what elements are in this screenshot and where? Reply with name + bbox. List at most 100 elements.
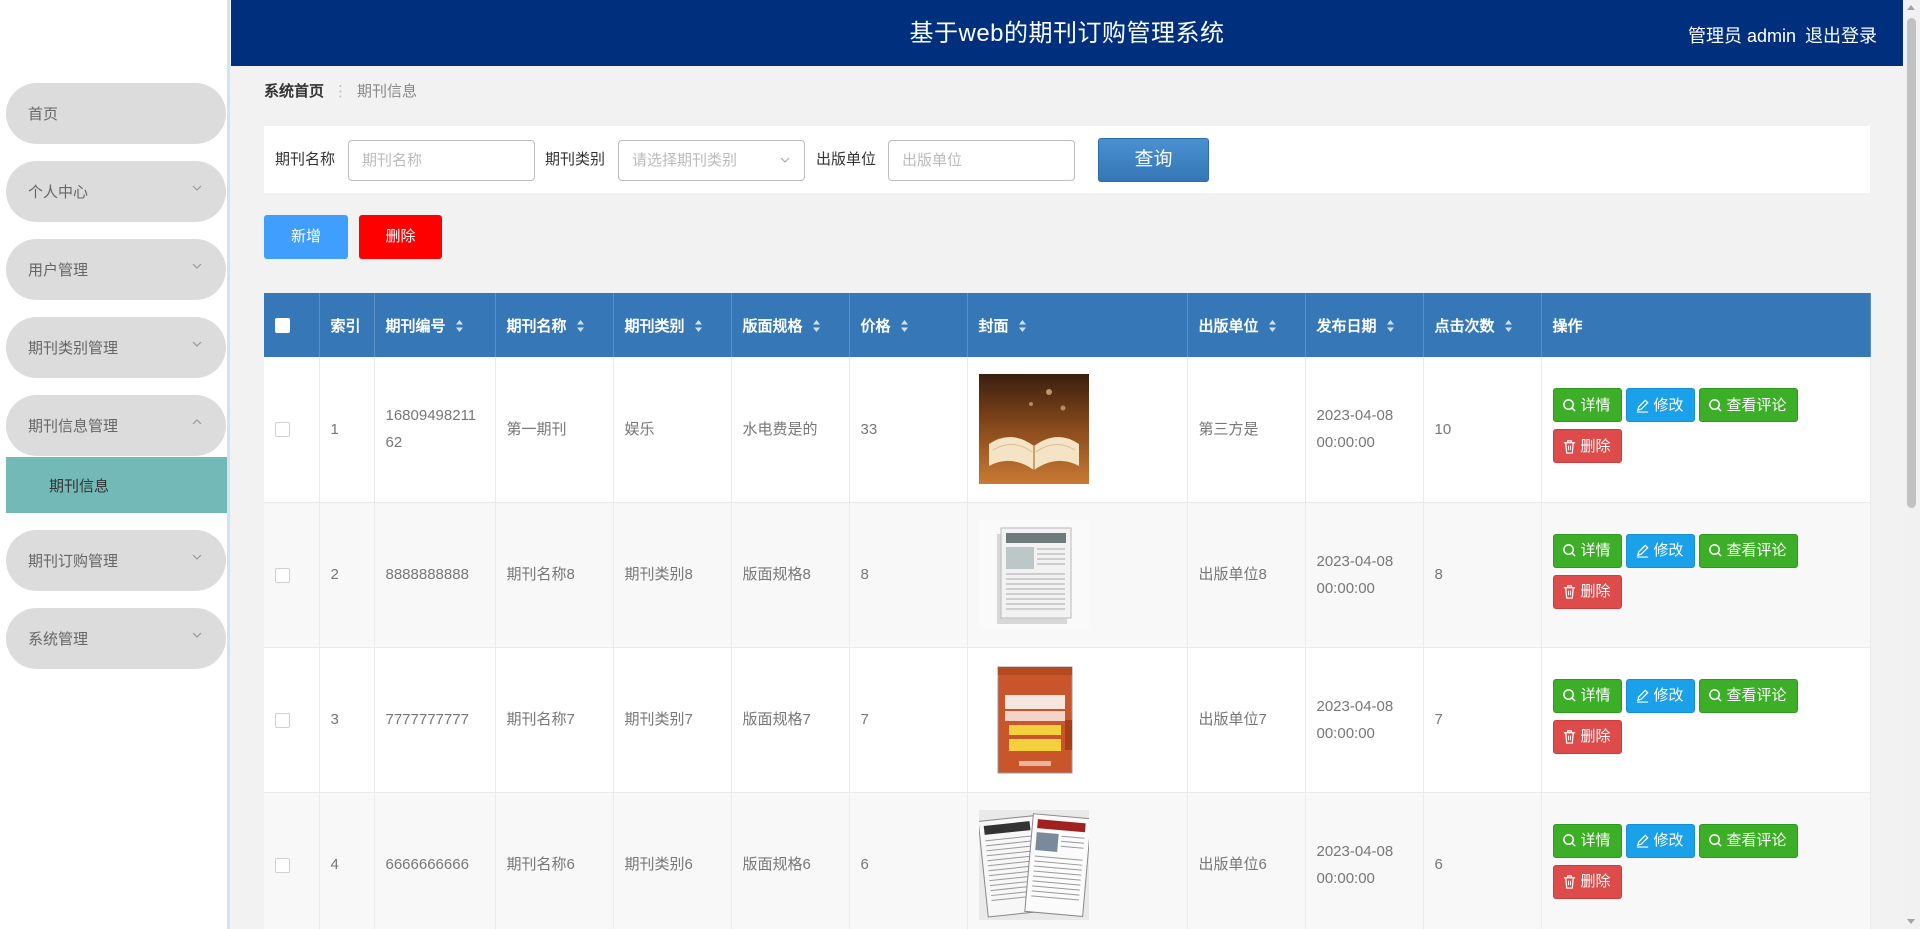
select-all-header [264,293,320,357]
cell-ops: 详情 修改 查看评论 删除 [1541,357,1871,503]
chevron-down-icon [192,185,202,191]
column-header-label: 出版单位 [1198,317,1259,335]
scroll-down-arrow-icon[interactable] [1907,919,1915,924]
breadcrumb-home[interactable]: 系统首页 [264,83,324,100]
sidebar-item-label: 期刊类别管理 [28,340,119,357]
search-icon [1708,398,1722,412]
cell-code: 8888888888 [374,502,496,648]
column-header-sortable[interactable]: 发布日期 [1305,293,1424,357]
row-checkbox[interactable] [275,567,290,583]
newspapers-pile-cover-image[interactable] [978,809,1089,920]
sidebar-item-journal-mgmt[interactable]: 期刊信息管理 [6,395,226,456]
view-comments-button[interactable]: 查看评论 [1698,533,1798,568]
cell-clicks: 8 [1423,502,1542,648]
newspaper-stack-cover-image[interactable] [978,519,1089,630]
detail-button[interactable]: 详情 [1552,388,1622,423]
sort-icon[interactable] [1018,319,1027,333]
breadcrumb: 系统首页 ⋮ 期刊信息 [264,80,417,101]
journal-table: 索引 期刊编号 期刊名称 期刊类别 版面规格 价格 封面 出版单位 发布日期 点… [264,293,1871,929]
view-comments-button[interactable]: 查看评论 [1698,388,1798,423]
sidebar-item-category-mgmt[interactable]: 期刊类别管理 [6,317,226,378]
search-panel: 期刊名称 期刊类别 请选择期刊类别 出版单位 查询 [264,126,1870,193]
row-checkbox[interactable] [275,422,290,438]
sidebar-item-users[interactable]: 用户管理 [6,239,226,300]
sidebar-item-home[interactable]: 首页 [6,83,226,144]
search-icon [1562,834,1576,847]
query-button[interactable]: 查询 [1098,138,1209,182]
journal-category-label: 期刊类别 [545,151,606,168]
edit-button[interactable]: 修改 [1625,533,1695,568]
sidebar-item-label: 期刊信息管理 [28,418,119,435]
table-row: 2 8888888888 期刊名称8 期刊类别8 版面规格8 8 出版单位8 2… [264,502,1871,648]
sort-icon[interactable] [900,319,909,333]
detail-button-label: 详情 [1580,542,1611,559]
cell-name: 期刊名称8 [495,502,614,648]
row-checkbox[interactable] [275,712,290,728]
edit-button[interactable]: 修改 [1625,823,1695,858]
cell-category: 期刊类别6 [613,792,732,929]
add-button[interactable]: 新增 [264,215,348,259]
table-row: 3 7777777777 期刊名称7 期刊类别7 版面规格7 7 出版单位7 2… [264,647,1871,793]
journal-category-select[interactable]: 请选择期刊类别 [618,140,805,181]
sort-icon[interactable] [1268,319,1277,333]
sidebar-item-label: 首页 [28,106,59,123]
delete-button[interactable]: 删除 [1552,429,1622,464]
sort-icon[interactable] [1504,319,1513,333]
column-header-sortable[interactable]: 价格 [849,293,968,357]
newspapers-book-cover-image[interactable] [978,664,1089,775]
column-header-sortable[interactable]: 期刊类别 [613,293,732,357]
search-icon [1562,544,1576,557]
sidebar-item-profile[interactable]: 个人中心 [6,161,226,222]
edit-icon [1636,834,1649,848]
scroll-up-arrow-icon[interactable] [1907,5,1915,10]
edit-button[interactable]: 修改 [1625,388,1695,423]
column-header-sortable[interactable]: 期刊名称 [495,293,614,357]
cell-cover [967,647,1188,793]
sort-icon[interactable] [1386,319,1395,333]
column-header-sortable[interactable]: 封面 [967,293,1188,357]
cell-spec: 水电费是的 [731,357,850,503]
scrollbar-thumb[interactable] [1907,18,1916,508]
select-all-checkbox[interactable] [275,318,290,334]
sort-icon[interactable] [812,319,821,333]
cell-code: 1680949821162 [374,357,496,503]
detail-button[interactable]: 详情 [1552,533,1622,568]
column-header-sortable[interactable]: 点击次数 [1423,293,1542,357]
row-checkbox[interactable] [275,857,290,873]
sidebar-item-system-mgmt[interactable]: 系统管理 [6,608,226,669]
cell-publisher: 出版单位8 [1187,502,1306,648]
detail-button[interactable]: 详情 [1552,678,1622,713]
chevron-down-icon [192,263,202,269]
search-icon [1708,544,1722,557]
column-header-label: 点击次数 [1434,317,1495,335]
delete-button[interactable]: 删除 [1552,574,1622,609]
view-comments-button-label: 查看评论 [1726,832,1787,849]
page-scrollbar[interactable] [1903,0,1920,929]
view-comments-button[interactable]: 查看评论 [1698,823,1798,858]
journal-name-input[interactable] [348,140,535,181]
sort-icon[interactable] [576,319,585,333]
column-header-sortable[interactable]: 版面规格 [731,293,850,357]
sort-icon[interactable] [455,319,464,333]
delete-button[interactable]: 删除 [1552,719,1622,754]
open-book-cover-image[interactable] [978,374,1089,485]
column-header-label: 版面规格 [742,317,803,335]
delete-button-label: 删除 [1580,873,1611,890]
batch-delete-button[interactable]: 删除 [359,215,442,259]
column-header-label: 价格 [860,317,891,335]
logout-link[interactable]: 退出登录 [1805,22,1877,48]
cell-name: 第一期刊 [495,357,614,503]
cell-date: 2023-04-08 00:00:00 [1305,502,1424,648]
sort-icon[interactable] [694,319,703,333]
sidebar-subitem-journal-info[interactable]: 期刊信息 [6,457,227,513]
detail-button[interactable]: 详情 [1552,823,1622,858]
column-header-sortable[interactable]: 出版单位 [1187,293,1306,357]
view-comments-button[interactable]: 查看评论 [1698,678,1798,713]
column-header-sortable[interactable]: 期刊编号 [374,293,496,357]
publisher-input[interactable] [888,140,1075,181]
sidebar-item-order-mgmt[interactable]: 期刊订购管理 [6,530,226,591]
cell-category: 期刊类别8 [613,502,732,648]
edit-button[interactable]: 修改 [1625,678,1695,713]
chevron-up-icon [192,419,202,425]
delete-button[interactable]: 删除 [1552,864,1622,899]
